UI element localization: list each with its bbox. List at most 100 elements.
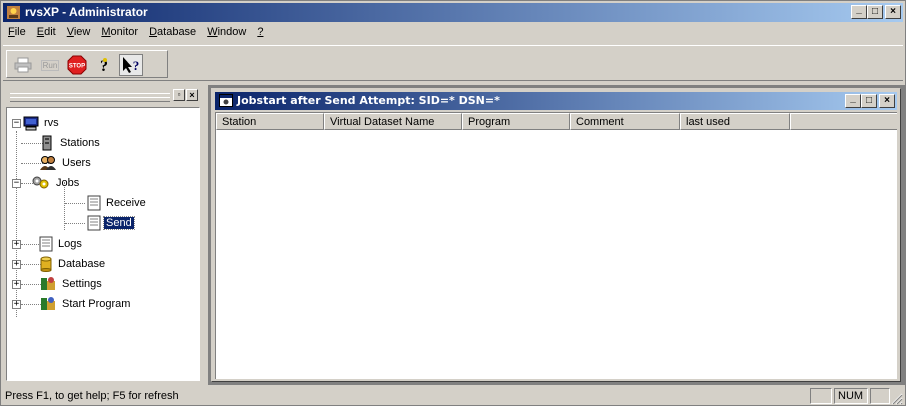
context-help-button[interactable]: ?	[119, 54, 143, 76]
status-panel-caps	[810, 388, 832, 404]
tree-collapse-jobs[interactable]: −	[12, 179, 21, 188]
minimize-icon: _	[856, 4, 862, 15]
menu-window[interactable]: Window	[202, 24, 252, 42]
help-button[interactable]: ?	[92, 54, 116, 76]
child-title-bar[interactable]: Jobstart after Send Attempt: SID=* DSN=*…	[215, 92, 897, 110]
tree-expand-start-program[interactable]: +	[12, 300, 21, 309]
tree-line	[16, 131, 17, 317]
pane-close-button[interactable]: ×	[186, 89, 198, 101]
tree-item-label: Send	[103, 216, 135, 230]
database-icon	[40, 256, 52, 272]
tree-line	[65, 223, 85, 224]
restore-icon: ▫	[177, 90, 181, 99]
tree-line	[65, 203, 85, 204]
tree-expand-database[interactable]: +	[12, 260, 21, 269]
tree-pane-header[interactable]: ▫ ×	[6, 89, 198, 103]
column-header-comment[interactable]: Comment	[570, 113, 680, 130]
menu-edit[interactable]: Edit	[32, 24, 62, 42]
mdi-client-area: Jobstart after Send Attempt: SID=* DSN=*…	[208, 85, 905, 385]
tree-item-label: Jobs	[56, 177, 80, 189]
tree-item-label: Database	[58, 258, 106, 270]
tree-item-rvs[interactable]: rvs	[23, 114, 61, 132]
stop-label: STOP	[69, 64, 85, 70]
tree-item-jobs[interactable]: Jobs	[31, 174, 81, 192]
child-maximize-button[interactable]: □	[861, 94, 877, 108]
job-list-view[interactable]: Station Virtual Dataset Name Program Com…	[215, 112, 897, 379]
stop-button[interactable]: STOP	[65, 54, 89, 76]
minimize-button[interactable]: _	[851, 5, 867, 19]
column-header-program[interactable]: Program	[462, 113, 570, 130]
status-text: Press F1, to get help; F5 for refresh	[5, 390, 179, 402]
maximize-button[interactable]: □	[867, 5, 883, 19]
jobs-icon	[32, 176, 49, 189]
tree-item-label: Stations	[60, 137, 100, 149]
child-window: Jobstart after Send Attempt: SID=* DSN=*…	[211, 88, 901, 382]
child-close-button[interactable]: ×	[879, 94, 895, 108]
menu-view[interactable]: View	[62, 24, 97, 42]
window-title: rvsXP - Administrator	[25, 5, 148, 19]
child-window-title: Jobstart after Send Attempt: SID=* DSN=*	[237, 94, 500, 107]
context-help-icon: ?	[123, 57, 140, 73]
tree-item-users[interactable]: Users	[39, 154, 93, 172]
status-bar: Press F1, to get help; F5 for refresh NU…	[3, 387, 903, 405]
pane-buttons: ▫ ×	[173, 89, 198, 101]
resize-grip-icon[interactable]	[891, 393, 903, 405]
title-bar[interactable]: rvsXP - Administrator _ □ ×	[3, 3, 903, 22]
child-window-icon	[219, 94, 233, 107]
column-header-station[interactable]: Station	[216, 113, 324, 130]
maximize-icon: □	[865, 95, 873, 106]
main-window: rvsXP - Administrator _ □ × File Edit Vi…	[0, 0, 906, 406]
svg-text:?: ?	[133, 58, 140, 73]
child-minimize-button[interactable]: _	[845, 94, 861, 108]
printer-icon	[14, 57, 32, 73]
pane-grip-2	[10, 97, 170, 102]
tree-item-label: Logs	[58, 238, 82, 250]
menu-database[interactable]: Database	[144, 24, 202, 42]
maximize-icon: □	[871, 6, 879, 17]
tree-item-label: rvs	[44, 117, 59, 129]
column-header-last-used[interactable]: last used	[680, 113, 790, 130]
minimize-icon: _	[850, 93, 856, 104]
tree-item-logs[interactable]: Logs	[39, 235, 84, 253]
menu-bar: File Edit View Monitor Database Window ?	[3, 24, 269, 42]
close-icon: ×	[884, 95, 890, 106]
rvs-app-icon	[7, 6, 20, 19]
tree-item-send[interactable]: Send	[87, 214, 135, 232]
tree-item-label: Settings	[62, 278, 102, 290]
document-icon	[39, 236, 53, 252]
tree-view[interactable]: − rvs Stations Users − Jobs Receive Send…	[6, 107, 200, 381]
start-program-icon	[41, 297, 55, 310]
print-button[interactable]	[11, 54, 35, 76]
status-panel-num: NUM	[834, 388, 868, 404]
pane-restore-button[interactable]: ▫	[173, 89, 185, 101]
tree-expand-settings[interactable]: +	[12, 280, 21, 289]
close-icon: ×	[890, 6, 896, 17]
help-question-icon: ?	[100, 58, 108, 74]
tree-item-settings[interactable]: Settings	[39, 275, 104, 293]
tree-item-stations[interactable]: Stations	[39, 134, 102, 152]
document-icon	[87, 215, 101, 231]
close-icon: ×	[189, 89, 195, 100]
document-icon	[87, 195, 101, 211]
child-caption-buttons: _ □ ×	[845, 94, 895, 108]
run-button[interactable]: Run	[38, 54, 62, 76]
tree-item-database[interactable]: Database	[39, 255, 107, 273]
menu-file[interactable]: File	[3, 24, 32, 42]
settings-icon	[41, 277, 55, 290]
tree-pane: ▫ × − rvs Stations Users − Jobs Receive …	[3, 87, 202, 385]
column-header-filler	[790, 113, 897, 130]
tree-collapse-rvs[interactable]: −	[12, 119, 21, 128]
tree-item-start-program[interactable]: Start Program	[39, 295, 132, 313]
toolbar: Run STOP ? ?	[3, 45, 903, 81]
tree-item-receive[interactable]: Receive	[87, 194, 148, 212]
stop-icon: STOP	[67, 55, 87, 75]
column-header-virtual-dataset-name[interactable]: Virtual Dataset Name	[324, 113, 462, 130]
menu-monitor[interactable]: Monitor	[96, 24, 144, 42]
computer-icon	[23, 116, 39, 130]
caption-buttons: _ □ ×	[851, 5, 901, 19]
tree-expand-logs[interactable]: +	[12, 240, 21, 249]
status-panel-scroll	[870, 388, 890, 404]
menu-help[interactable]: ?	[252, 24, 269, 42]
tree-item-label: Start Program	[62, 298, 131, 310]
close-button[interactable]: ×	[885, 5, 901, 19]
